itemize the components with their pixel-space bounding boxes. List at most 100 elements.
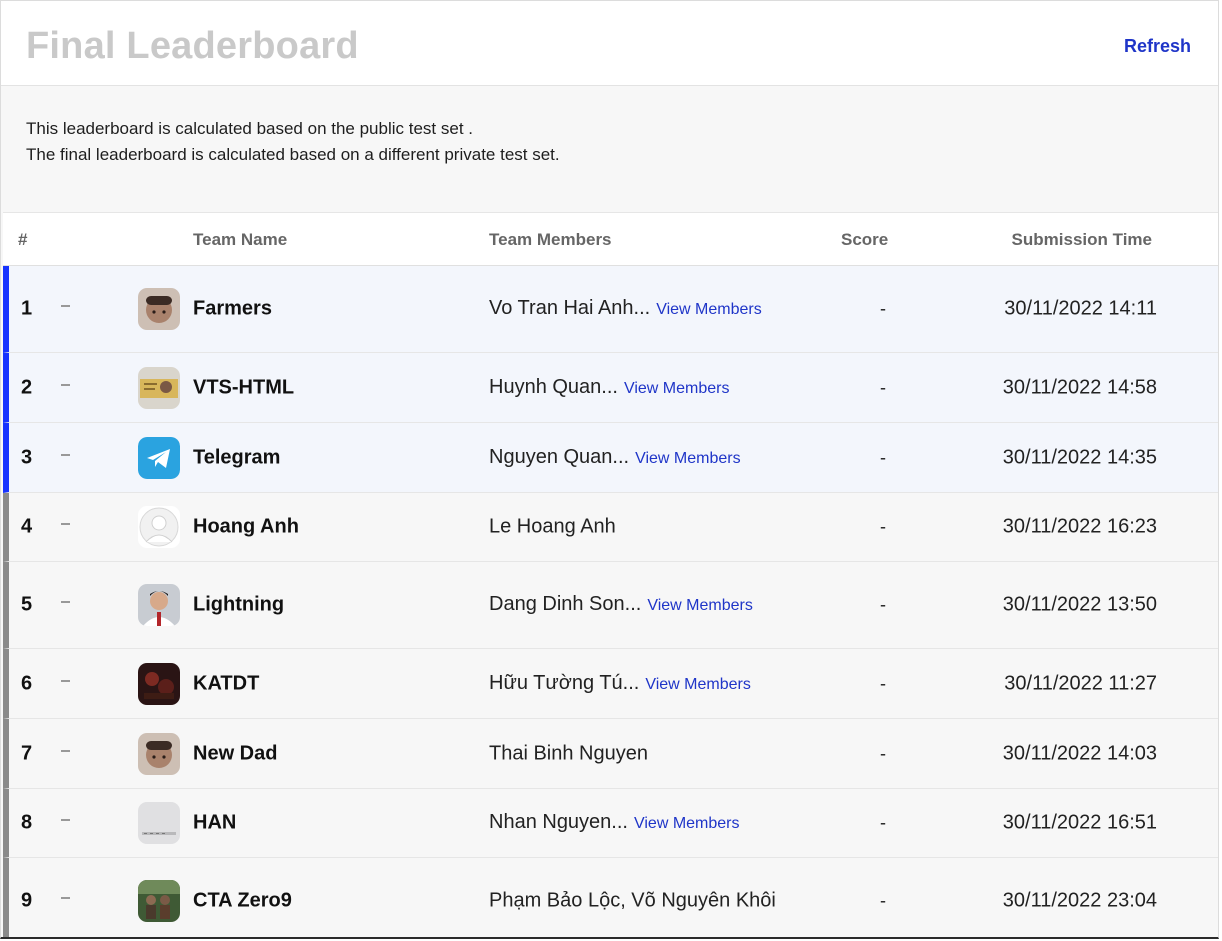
- team-score: -: [880, 812, 886, 833]
- rank-change-dash-icon: [61, 601, 70, 603]
- table-row: 6 KATDT Hữu Tường Tú... View Members - 30/11/…: [3, 649, 1218, 719]
- rank-number: 5: [21, 593, 33, 616]
- table-row: 2 VTS-HTML Huynh Quan... View Members - 30/11…: [3, 353, 1218, 423]
- rank-change-dash-icon: [61, 453, 70, 456]
- view-members-link[interactable]: View Members: [634, 815, 740, 832]
- table-row: 5 Lightning Dang Dinh Son... View Members - 3…: [3, 562, 1218, 649]
- rank-change-dash-icon: [61, 305, 70, 307]
- rank-number: 6: [21, 672, 33, 694]
- team-avatar: [138, 802, 180, 844]
- team-avatar: [138, 662, 180, 705]
- team-score: -: [880, 298, 886, 319]
- column-header-rank: #: [18, 230, 28, 249]
- team-members-names: Vo Tran Hai Anh...: [489, 297, 651, 319]
- team-name: CTA Zero9: [193, 889, 292, 912]
- team-score: -: [880, 516, 886, 537]
- team-members: Le Hoang Anh: [489, 512, 779, 543]
- submission-time: 30/11/2022 16:51: [1002, 811, 1157, 834]
- team-name: HAN: [193, 811, 237, 834]
- submission-time: 30/11/2022 23:04: [1002, 889, 1157, 912]
- table-header: # Team Name Team Members Score Submissio…: [3, 212, 1218, 266]
- leaderboard-table: # Team Name Team Members Score Submissio…: [3, 212, 1218, 937]
- team-members: Hữu Tường Tú... View Members: [489, 668, 779, 700]
- rank-change-dash-icon: [61, 897, 70, 899]
- rank-change-dash-icon: [61, 383, 70, 386]
- team-members: Nhan Nguyen... View Members: [489, 807, 779, 839]
- leaderboard-header: Final Leaderboard Refresh: [1, 1, 1218, 86]
- team-score: -: [880, 743, 886, 763]
- submission-time: 30/11/2022 16:23: [1002, 515, 1157, 538]
- table-row: 3 Telegram Nguyen Quan... View Members - 30/1…: [3, 423, 1218, 493]
- team-name: Telegram: [193, 446, 281, 468]
- team-members-names: Nguyen Quan...: [489, 445, 630, 468]
- team-avatar: [138, 366, 180, 409]
- page-title: Final Leaderboard: [26, 25, 359, 67]
- rank-change-dash-icon: [61, 679, 70, 682]
- submission-time: 30/11/2022 14:58: [1002, 376, 1157, 398]
- refresh-button[interactable]: Refresh: [1124, 36, 1191, 57]
- column-header-submission-time[interactable]: Submission Time: [1012, 230, 1152, 250]
- team-members-names: Le Hoang Anh: [489, 515, 616, 538]
- default-user-avatar-icon: [138, 506, 180, 548]
- column-header-score[interactable]: Score: [841, 230, 888, 250]
- team-score: -: [880, 447, 886, 467]
- team-members-names: Hữu Tường Tú...: [489, 671, 640, 694]
- telegram-logo-avatar-icon: [138, 436, 180, 479]
- view-members-link[interactable]: View Members: [645, 676, 751, 693]
- team-avatar: [138, 880, 180, 922]
- gray-placeholder-avatar-icon: [138, 802, 180, 844]
- table-row: 1 Farmers Vo Tran Hai Anh... View Members - 3…: [3, 266, 1218, 353]
- table-row: 8 HAN Nhan Nguyen... View Members - 30/11/202…: [3, 789, 1218, 858]
- team-avatar: [138, 436, 180, 479]
- table-row: 7 New Dad Thai Binh Nguyen - 30/11/2022 14:0…: [3, 719, 1218, 789]
- view-members-link[interactable]: View Members: [647, 597, 753, 614]
- team-members-names: Dang Dinh Son...: [489, 593, 642, 615]
- team-members: Vo Tran Hai Anh... View Members: [489, 293, 779, 325]
- man-portrait-avatar-icon: [138, 584, 180, 626]
- rank-number: 4: [21, 515, 33, 538]
- team-score: -: [880, 377, 886, 397]
- rank-number: 9: [21, 889, 33, 912]
- column-header-team-name[interactable]: Team Name: [193, 230, 287, 250]
- team-name: VTS-HTML: [193, 376, 295, 398]
- team-name: Hoang Anh: [193, 515, 299, 538]
- rank-number: 2: [21, 376, 33, 398]
- team-name: New Dad: [193, 742, 278, 764]
- dark-scene-avatar-icon: [138, 662, 180, 705]
- id-card-avatar-icon: [138, 366, 180, 409]
- rank-number: 8: [21, 811, 33, 834]
- team-members: Phạm Bảo Lộc, Võ Nguyên Khôi: [489, 886, 779, 917]
- rank-number: 3: [21, 446, 33, 468]
- rank-number: 1: [21, 297, 33, 320]
- rank-change-dash-icon: [61, 819, 70, 821]
- rank-change-dash-icon: [61, 523, 70, 525]
- baby-photo-avatar-icon: [138, 288, 180, 330]
- submission-time: 30/11/2022 14:03: [1002, 742, 1157, 764]
- submission-time: 30/11/2022 13:50: [1002, 593, 1157, 616]
- team-name: Lightning: [193, 593, 285, 616]
- team-members-names: Huynh Quan...: [489, 375, 618, 398]
- team-members-names: Phạm Bảo Lộc, Võ Nguyên Khôi: [489, 889, 776, 912]
- description-line: The final leaderboard is calculated base…: [26, 145, 560, 164]
- team-name: Farmers: [193, 297, 272, 320]
- baby-photo-avatar-icon: [138, 732, 180, 775]
- team-members: Thai Binh Nguyen: [489, 738, 779, 769]
- table-row: 4 Hoang Anh Le Hoang Anh - 30/11/2022 16:23: [3, 493, 1218, 562]
- view-members-link[interactable]: View Members: [624, 380, 730, 397]
- team-avatar: [138, 506, 180, 548]
- leaderboard-description: This leaderboard is calculated based on …: [26, 116, 560, 168]
- view-members-link[interactable]: View Members: [656, 301, 762, 318]
- rank-change-dash-icon: [61, 749, 70, 752]
- team-members-names: Nhan Nguyen...: [489, 811, 628, 833]
- team-avatar: [138, 584, 180, 626]
- team-score: -: [880, 890, 886, 911]
- team-score: -: [880, 673, 886, 693]
- description-line: This leaderboard is calculated based on …: [26, 119, 473, 138]
- team-avatar: [138, 732, 180, 775]
- team-score: -: [880, 594, 886, 615]
- view-members-link[interactable]: View Members: [635, 450, 741, 467]
- table-body: 1 Farmers Vo Tran Hai Anh... View Members - 3…: [3, 266, 1218, 937]
- column-header-team-members: Team Members: [489, 230, 612, 249]
- table-row: 9 CTA Zero9 Phạm Bảo Lộc, Võ Nguyên Khôi - 3…: [3, 858, 1218, 937]
- team-avatar: [138, 288, 180, 330]
